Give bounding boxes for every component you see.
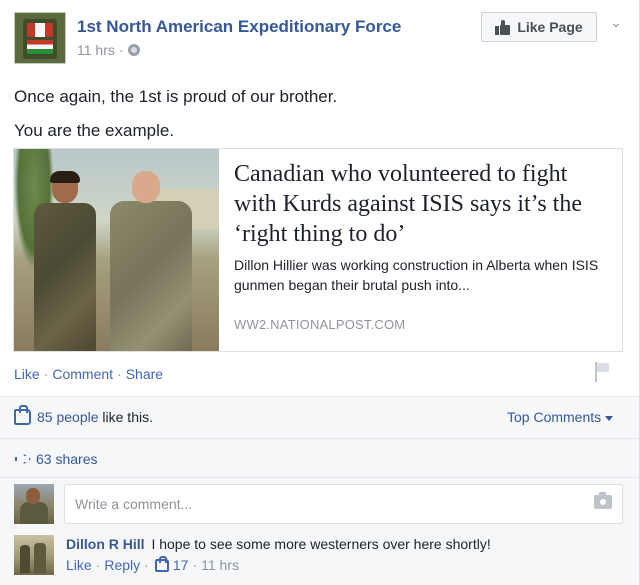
comment-body: Dillon R Hill I hope to see some more we… [66, 535, 491, 553]
likes-summary: 85 people like this. [14, 405, 153, 425]
comment-like-link[interactable]: Like [66, 557, 92, 573]
like-page-label: Like Page [517, 19, 583, 35]
page-name-link[interactable]: 1st North American Expeditionary Force [77, 17, 401, 37]
share-action[interactable]: Share [126, 366, 163, 382]
like-page-button[interactable]: Like Page [481, 12, 597, 42]
commenter-avatar[interactable] [14, 535, 54, 575]
action-separator: · [117, 366, 122, 382]
comment-author-link[interactable]: Dillon R Hill [66, 536, 145, 552]
post-message: Once again, the 1st is proud of our brot… [14, 80, 337, 148]
action-separator: · [43, 366, 49, 382]
link-title[interactable]: Canadian who volunteered to fight with K… [234, 159, 606, 249]
post-meta: 11 hrs · [77, 42, 140, 58]
thumbs-up-icon [495, 19, 511, 35]
canada-flag-graphic [27, 23, 53, 37]
likes-count-link[interactable]: 85 people [37, 409, 99, 425]
link-description: Dillon Hillier was working construction … [234, 257, 599, 293]
post-timestamp[interactable]: 11 hrs [77, 42, 115, 58]
comment-input[interactable]: Write a comment... [64, 484, 623, 524]
page-avatar[interactable] [14, 12, 66, 64]
post-options-chevron-down-icon[interactable]: ⌄ [608, 14, 624, 30]
facebook-post: 1st North American Expeditionary Force 1… [0, 0, 640, 585]
comment-reply-link[interactable]: Reply [104, 557, 140, 573]
post-message-line-2: You are the example. [14, 121, 175, 140]
comment-like-count-icon [154, 555, 169, 572]
kurdistan-flag-graphic [27, 40, 53, 54]
comment-like-count[interactable]: 17 [173, 557, 189, 573]
likes-suffix: like this. [102, 409, 153, 425]
comment-action-separator: · [144, 557, 149, 573]
link-preview-card[interactable]: Canadian who volunteered to fight with K… [13, 148, 623, 352]
link-domain: WW2.NATIONALPOST.COM [234, 317, 406, 332]
like-outline-icon [14, 405, 31, 425]
divider [0, 477, 639, 478]
comment-action-separator: · [95, 557, 101, 573]
post-actions: Like · Comment · Share [14, 366, 163, 382]
top-comments-dropdown[interactable]: Top Comments [507, 409, 614, 425]
share-arrow-icon [14, 452, 32, 466]
comment-action-separator: · [192, 557, 198, 573]
link-preview-image[interactable] [14, 149, 219, 351]
meta-separator: · [118, 42, 124, 58]
flag-icon[interactable] [594, 362, 610, 382]
comment-placeholder: Write a comment... [75, 496, 193, 512]
comment-timestamp[interactable]: 11 hrs [201, 557, 239, 573]
globe-icon[interactable] [127, 44, 140, 56]
caret-down-icon [605, 415, 614, 421]
top-comments-label: Top Comments [507, 409, 602, 425]
link-preview-body[interactable]: Canadian who volunteered to fight with K… [219, 149, 622, 351]
feedback-section: 85 people like this. Top Comments 63 sha… [0, 396, 639, 585]
shares-link[interactable]: 63 shares [14, 451, 97, 467]
comment-actions: Like · Reply · 17 · 11 hrs [66, 555, 239, 573]
camera-icon[interactable] [594, 492, 612, 509]
current-user-avatar[interactable] [14, 484, 54, 524]
divider [0, 438, 639, 439]
like-action[interactable]: Like [14, 366, 40, 382]
comment-action[interactable]: Comment [52, 366, 113, 382]
shares-count: 63 shares [36, 451, 98, 467]
post-message-line-1: Once again, the 1st is proud of our brot… [14, 87, 338, 106]
comment-text: I hope to see some more westerners over … [151, 536, 491, 552]
